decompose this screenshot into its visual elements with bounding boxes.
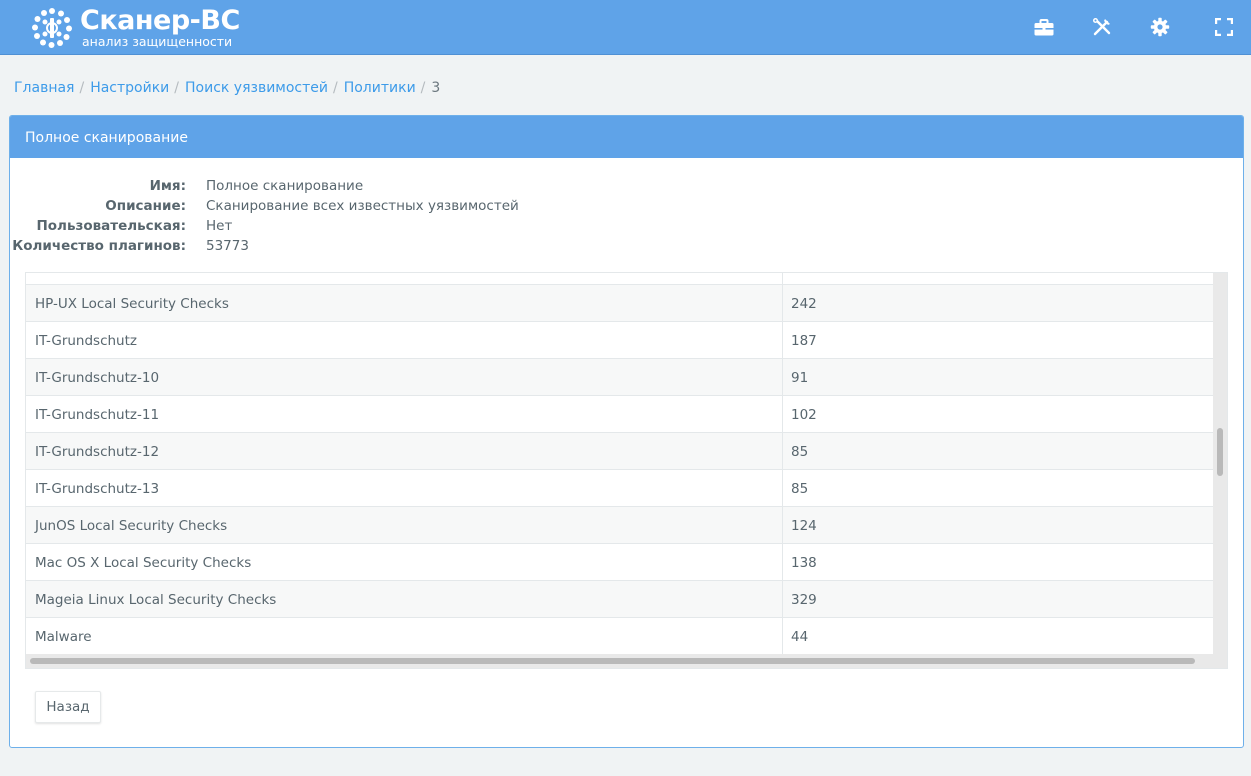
plugin-family-name: JunOS Local Security Checks xyxy=(26,507,783,543)
plugin-count: 85 xyxy=(791,481,809,497)
table-row[interactable]: IT-Grundschutz-11 102 xyxy=(26,396,1215,433)
plugin-family-table[interactable]: HP-UX Local Security Checks 242 IT-Grundsc… xyxy=(25,272,1228,669)
vertical-scroll-thumb[interactable] xyxy=(1217,428,1223,476)
back-button[interactable]: Назад xyxy=(35,691,101,723)
plugin-family-name: IT-Grundschutz-10 xyxy=(26,359,783,395)
app-subtitle: анализ защищенности xyxy=(82,34,233,50)
breadcrumb-vuln-search[interactable]: Поиск уязвимостей xyxy=(185,80,328,96)
info-row-plugin-count: Количество плагинов: 53773 xyxy=(10,236,519,256)
panel-title: Полное сканирование xyxy=(10,116,1243,158)
info-row-custom: Пользовательская: Нет xyxy=(10,216,519,236)
breadcrumb-home[interactable]: Главная xyxy=(14,80,74,96)
plugin-count: 242 xyxy=(791,296,817,312)
horizontal-scrollbar[interactable] xyxy=(26,654,1227,668)
table-row[interactable]: IT-Grundschutz-12 85 xyxy=(26,433,1215,470)
table-row[interactable]: Mac OS X Local Security Checks 138 xyxy=(26,544,1215,581)
policy-panel: Полное сканирование Имя: Полное сканиров… xyxy=(9,115,1244,748)
table-body: HP-UX Local Security Checks 242 IT-Grundsc… xyxy=(26,273,1215,668)
breadcrumb: Главная / Настройки / Поиск уязвимостей … xyxy=(14,79,440,97)
tools-icon[interactable] xyxy=(1091,16,1113,38)
table-row[interactable]: Malware 44 xyxy=(26,618,1215,655)
plugin-family-name: IT-Grundschutz xyxy=(26,322,783,358)
info-value: Полное сканирование xyxy=(206,178,364,194)
plugin-count: 124 xyxy=(791,518,817,534)
policy-info: Имя: Полное сканирование Описание: Скани… xyxy=(10,176,519,256)
breadcrumb-separator: / xyxy=(79,80,85,96)
plugin-family-name: IT-Grundschutz-11 xyxy=(26,396,783,432)
breadcrumb-separator: / xyxy=(420,80,426,96)
table-row[interactable]: IT-Grundschutz 187 xyxy=(26,322,1215,359)
table-row[interactable]: IT-Grundschutz-10 91 xyxy=(26,359,1215,396)
info-row-description: Описание: Сканирование всех известных уя… xyxy=(10,196,519,216)
plugin-family-name: IT-Grundschutz-13 xyxy=(26,470,783,506)
app-title: Сканер-ВС xyxy=(80,5,240,37)
plugin-count xyxy=(783,273,791,284)
info-label: Количество плагинов: xyxy=(12,238,186,254)
info-row-name: Имя: Полное сканирование xyxy=(10,176,519,196)
info-value: Нет xyxy=(206,218,233,234)
plugin-family-name: Mageia Linux Local Security Checks xyxy=(26,581,783,617)
gear-icon[interactable] xyxy=(1149,16,1171,38)
plugin-family-name: Malware xyxy=(26,618,783,654)
app-logo[interactable]: Сканер-ВС анализ защищенности xyxy=(30,6,240,50)
vertical-scrollbar[interactable] xyxy=(1213,273,1227,656)
plugin-family-name: Mac OS X Local Security Checks xyxy=(26,544,783,580)
plugin-count: 138 xyxy=(791,555,817,571)
horizontal-scroll-thumb[interactable] xyxy=(30,658,1195,664)
info-label: Имя: xyxy=(149,178,186,194)
info-label: Описание: xyxy=(105,198,186,214)
info-value: 53773 xyxy=(206,238,249,254)
breadcrumb-settings[interactable]: Настройки xyxy=(90,80,169,96)
briefcase-icon[interactable] xyxy=(1033,16,1055,38)
table-row[interactable] xyxy=(26,273,1215,285)
breadcrumb-separator: / xyxy=(333,80,338,96)
table-row[interactable]: HP-UX Local Security Checks 242 xyxy=(26,285,1215,322)
table-row[interactable]: JunOS Local Security Checks 124 xyxy=(26,507,1215,544)
plugin-count: 102 xyxy=(791,407,817,423)
table-row[interactable]: IT-Grundschutz-13 85 xyxy=(26,470,1215,507)
info-value: Сканирование всех известных уязвимостей xyxy=(206,198,519,214)
plugin-count: 44 xyxy=(791,629,809,645)
plugin-count: 85 xyxy=(791,444,809,460)
info-label: Пользовательская: xyxy=(36,218,186,234)
breadcrumb-separator: / xyxy=(174,80,179,96)
plugin-family-name: HP-UX Local Security Checks xyxy=(26,285,783,321)
plugin-count: 91 xyxy=(791,370,809,386)
logo-icon xyxy=(30,6,74,50)
plugin-count: 329 xyxy=(791,592,817,608)
plugin-family-name xyxy=(26,273,783,284)
fullscreen-icon[interactable] xyxy=(1213,16,1235,38)
top-navbar: Сканер-ВС анализ защищенности xyxy=(0,0,1251,55)
plugin-count: 187 xyxy=(791,333,817,349)
table-row[interactable]: Mageia Linux Local Security Checks 329 xyxy=(26,581,1215,618)
breadcrumb-current: 3 xyxy=(431,80,441,96)
plugin-family-name: IT-Grundschutz-12 xyxy=(26,433,783,469)
breadcrumb-policies[interactable]: Политики xyxy=(344,80,416,96)
